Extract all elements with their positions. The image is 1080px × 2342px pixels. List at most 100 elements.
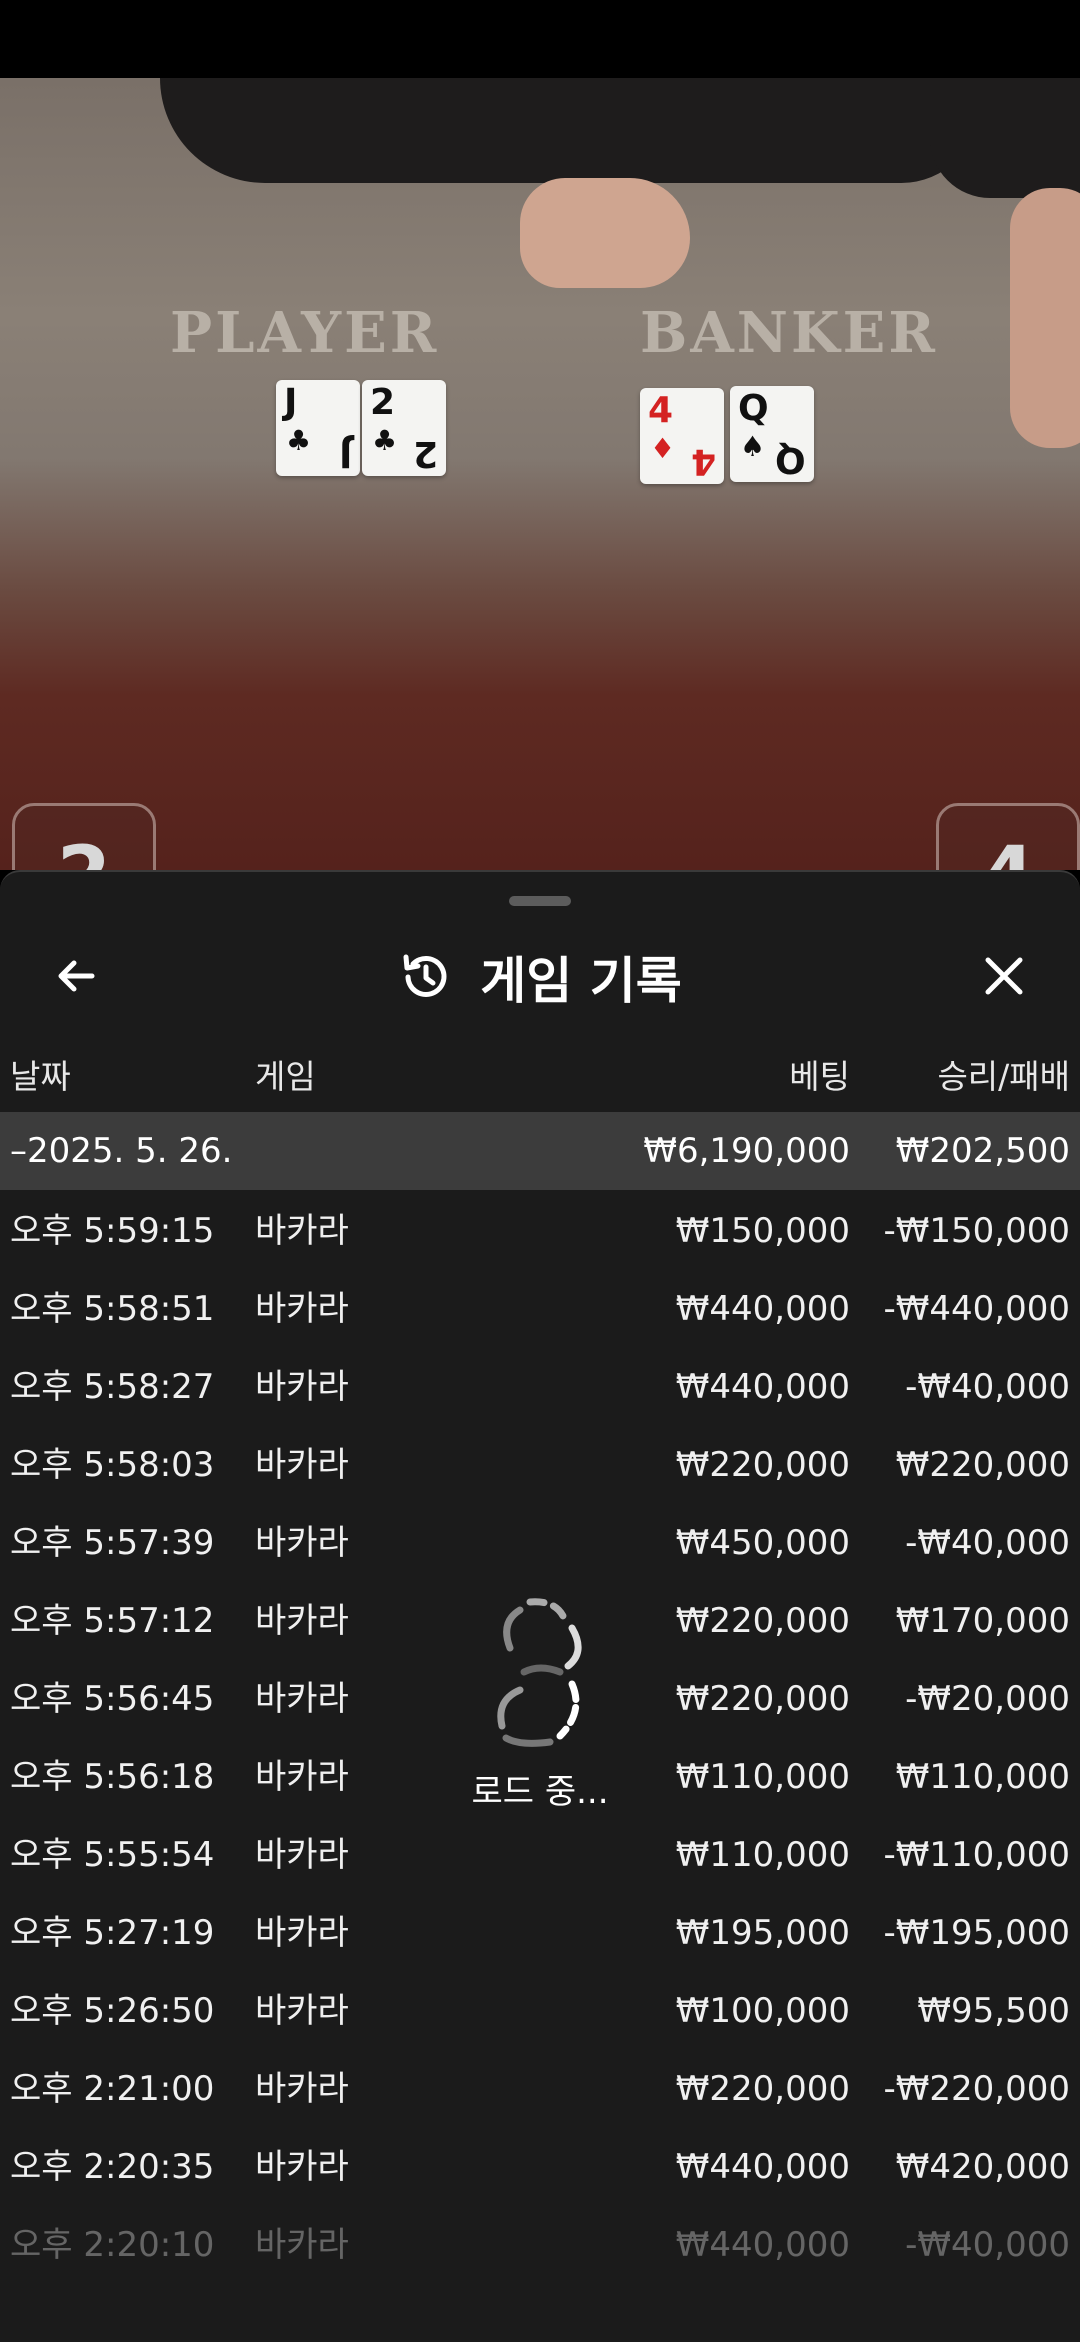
card-rank-top: 4 (648, 390, 674, 431)
row-time: 오후 2:20:10 (10, 2225, 215, 2265)
row-game: 바카라 (255, 1601, 349, 1641)
history-icon (403, 954, 447, 997)
dealer-sleeve-right (930, 78, 1080, 198)
row-win-loss: ₩420,000 (895, 2147, 1070, 2187)
game-history-sheet: 게임 기록 날짜 게임 베팅 승리/패배 –2025. 5. 26. ₩6,19… (0, 870, 1080, 2342)
row-win-loss: -₩440,000 (883, 1289, 1071, 1329)
card-rank-top: 2 (370, 382, 396, 423)
row-time: 오후 5:56:18 (10, 1757, 215, 1797)
row-time: 오후 2:20:35 (10, 2147, 215, 2187)
table-row[interactable]: 오후 5:59:15 바카라 ₩150,000 -₩150,000 (0, 1192, 1080, 1270)
row-bet: ₩110,000 (675, 1757, 850, 1797)
loading-indicator: 로드 중... (440, 1592, 640, 1822)
table-row[interactable]: 오후 5:26:50 바카라 ₩100,000 ₩95,500 (0, 1972, 1080, 2050)
table-row[interactable]: 오후 2:21:00 바카라 ₩220,000 -₩220,000 (0, 2050, 1080, 2128)
page-title: 게임 기록 (480, 952, 682, 1010)
drag-handle[interactable] (509, 896, 571, 906)
row-win-loss: ₩220,000 (895, 1445, 1070, 1485)
row-game: 바카라 (255, 1991, 349, 2031)
table-row[interactable]: 오후 5:58:03 바카라 ₩220,000 ₩220,000 (0, 1426, 1080, 1504)
dealer-sleeve (160, 78, 980, 183)
row-bet: ₩440,000 (675, 2225, 850, 2265)
row-bet: ₩220,000 (675, 2069, 850, 2109)
row-bet: ₩150,000 (675, 1211, 850, 1251)
row-game: 바카라 (255, 1913, 349, 1953)
row-game: 바카라 (255, 1289, 349, 1329)
row-win-loss: -₩40,000 (905, 2225, 1070, 2265)
row-game: 바카라 (255, 1835, 349, 1875)
header-date: 날짜 (10, 1057, 71, 1096)
row-time: 오후 5:55:54 (10, 1835, 215, 1875)
row-game: 바카라 (255, 2225, 349, 2265)
row-bet: ₩100,000 (675, 1991, 850, 2031)
row-bet: ₩450,000 (675, 1523, 850, 1563)
row-game: 바카라 (255, 1757, 349, 1797)
table-row[interactable]: 오후 5:57:39 바카라 ₩450,000 -₩40,000 (0, 1504, 1080, 1582)
row-time: 오후 5:58:03 (10, 1445, 215, 1485)
row-win-loss: -₩220,000 (883, 2069, 1071, 2109)
card-rank-bottom: 2 (412, 433, 438, 474)
table-row[interactable]: 오후 2:20:10 바카라 ₩440,000 -₩40,000 (0, 2206, 1080, 2284)
table-row[interactable]: 오후 5:55:54 바카라 ₩110,000 -₩110,000 (0, 1816, 1080, 1894)
sheet-header: 게임 기록 (0, 922, 1080, 1032)
summary-bet: ₩6,190,000 (643, 1131, 850, 1171)
row-bet: ₩440,000 (675, 1289, 850, 1329)
row-win-loss: ₩110,000 (895, 1757, 1070, 1797)
player-score: 2 (12, 803, 156, 870)
player-card-1: J ♣ J (276, 380, 360, 476)
row-bet: ₩195,000 (675, 1913, 850, 1953)
close-button[interactable] (968, 940, 1040, 1012)
row-win-loss: -₩195,000 (883, 1913, 1071, 1953)
loading-label: 로드 중... (471, 1772, 609, 1812)
row-time: 오후 5:58:51 (10, 1289, 215, 1329)
row-win-loss: -₩40,000 (905, 1367, 1070, 1407)
row-bet: ₩440,000 (675, 1367, 850, 1407)
row-bet: ₩110,000 (675, 1835, 850, 1875)
card-rank-top: J (284, 382, 298, 423)
table-header: 날짜 게임 베팅 승리/패배 (0, 1042, 1080, 1112)
title-group: 게임 기록 (0, 922, 1080, 1032)
row-win-loss: -₩20,000 (905, 1679, 1070, 1719)
row-game: 바카라 (255, 1679, 349, 1719)
table-row[interactable]: 오후 2:20:35 바카라 ₩440,000 ₩420,000 (0, 2128, 1080, 2206)
row-win-loss: -₩110,000 (883, 1835, 1071, 1875)
row-game: 바카라 (255, 1211, 349, 1251)
row-time: 오후 5:58:27 (10, 1367, 215, 1407)
card-rank-bottom: Q (775, 439, 806, 480)
row-game: 바카라 (255, 1523, 349, 1563)
row-game: 바카라 (255, 2069, 349, 2109)
banker-label: BANKER (640, 300, 938, 366)
row-time: 오후 5:26:50 (10, 1991, 215, 2031)
player-card-2: 2 ♣ 2 (362, 380, 446, 476)
row-time: 오후 5:59:15 (10, 1211, 215, 1251)
table-row[interactable]: 오후 5:58:51 바카라 ₩440,000 -₩440,000 (0, 1270, 1080, 1348)
banker-card-2: Q ♠ Q (730, 386, 814, 482)
status-bar (0, 0, 1080, 78)
close-icon (985, 957, 1023, 995)
row-time: 오후 2:21:00 (10, 2069, 215, 2109)
row-time: 오후 5:57:39 (10, 1523, 215, 1563)
card-rank-bottom: 4 (690, 441, 716, 482)
row-game: 바카라 (255, 1445, 349, 1485)
date-summary-row[interactable]: –2025. 5. 26. ₩6,190,000 ₩202,500 (0, 1112, 1080, 1190)
row-time: 오후 5:57:12 (10, 1601, 215, 1641)
loading-spinner-icon (497, 1598, 582, 1747)
live-video-feed: PLAYER BANKER J♣J 2♣2 4♦4 Q♠Q 2 4 (0, 78, 1080, 870)
row-time: 오후 5:27:19 (10, 1913, 215, 1953)
header-win-loss: 승리/패배 (937, 1057, 1070, 1096)
header-game: 게임 (255, 1057, 316, 1096)
row-win-loss: -₩150,000 (883, 1211, 1071, 1251)
card-rank-bottom: J (338, 433, 352, 474)
row-time: 오후 5:56:45 (10, 1679, 215, 1719)
row-bet: ₩220,000 (675, 1679, 850, 1719)
row-win-loss: ₩170,000 (895, 1601, 1070, 1641)
table-row[interactable]: 오후 5:58:27 바카라 ₩440,000 -₩40,000 (0, 1348, 1080, 1426)
table-row[interactable]: 오후 5:27:19 바카라 ₩195,000 -₩195,000 (0, 1894, 1080, 1972)
row-bet: ₩220,000 (675, 1445, 850, 1485)
row-win-loss: ₩95,500 (917, 1991, 1070, 2031)
header-bet: 베팅 (789, 1057, 850, 1096)
row-win-loss: -₩40,000 (905, 1523, 1070, 1563)
row-bet: ₩220,000 (675, 1601, 850, 1641)
banker-card-1: 4 ♦ 4 (640, 388, 724, 484)
row-bet: ₩440,000 (675, 2147, 850, 2187)
